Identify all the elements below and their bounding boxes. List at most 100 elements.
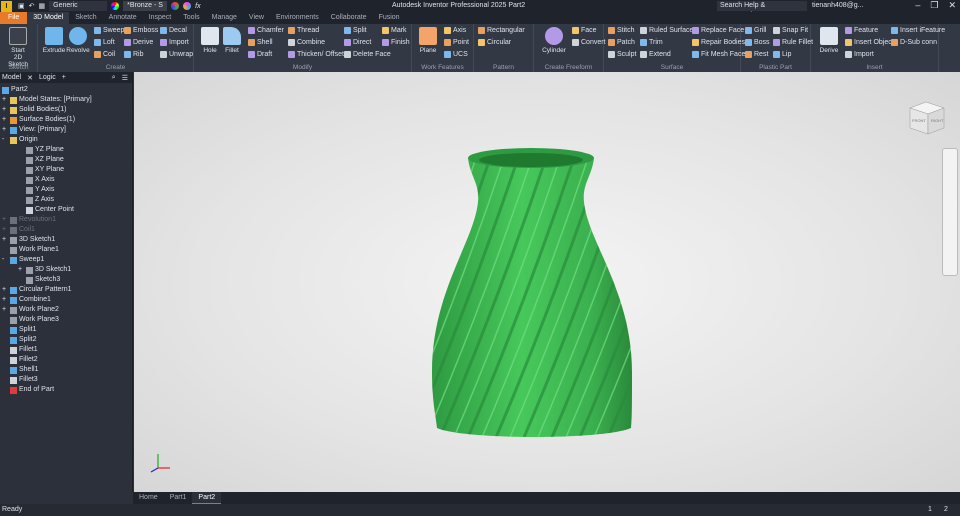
- search-icon[interactable]: ⌕: [112, 74, 116, 82]
- browser-node[interactable]: + Revolution1: [0, 215, 132, 225]
- user-account[interactable]: tienanh408@g...: [812, 2, 863, 9]
- combine-button[interactable]: Combine: [288, 38, 344, 47]
- finish-button[interactable]: Finish: [382, 38, 410, 47]
- viewcube[interactable]: FRONT RIGHT: [909, 101, 945, 135]
- tab-logic[interactable]: Logic: [39, 74, 56, 81]
- repair-bodies-button[interactable]: Repair Bodies: [692, 38, 745, 47]
- material-select[interactable]: *Bronze - S: [123, 1, 168, 11]
- tab-view[interactable]: View: [243, 12, 270, 24]
- browser-node[interactable]: + Coil1: [0, 225, 132, 235]
- start-sketch-button[interactable]: Start 2D Sketch: [4, 27, 32, 68]
- tab-file[interactable]: File: [0, 12, 28, 24]
- navigation-bar[interactable]: [942, 148, 958, 276]
- expand-icon[interactable]: +: [2, 215, 10, 225]
- loft-button[interactable]: Loft: [94, 38, 124, 47]
- tab-annotate[interactable]: Annotate: [103, 12, 143, 24]
- browser-node[interactable]: + Work Plane2: [0, 305, 132, 315]
- tab-fusion[interactable]: Fusion: [373, 12, 406, 24]
- sweep-button[interactable]: Sweep: [94, 26, 124, 35]
- fillet-button[interactable]: Fillet: [218, 27, 246, 54]
- browser-node[interactable]: XZ Plane: [0, 155, 132, 165]
- browser-node[interactable]: + Surface Bodies(1): [0, 115, 132, 125]
- fit-mesh-face-button[interactable]: Fit Mesh Face: [692, 50, 745, 59]
- extend-button[interactable]: Extend: [640, 50, 693, 59]
- collapse-icon[interactable]: -: [2, 255, 10, 265]
- lip-button[interactable]: Lip: [773, 50, 813, 59]
- rest-button[interactable]: Rest: [745, 50, 770, 59]
- expand-icon[interactable]: +: [2, 235, 10, 245]
- face-button[interactable]: Face: [572, 26, 606, 35]
- browser-node[interactable]: Part2: [0, 85, 132, 95]
- browser-node[interactable]: Center Point: [0, 205, 132, 215]
- browser-node[interactable]: Split2: [0, 335, 132, 345]
- expand-icon[interactable]: +: [2, 285, 10, 295]
- browser-node[interactable]: Work Plane3: [0, 315, 132, 325]
- d-sub-conn-button[interactable]: D-Sub conn: [891, 38, 945, 47]
- browser-node[interactable]: + Model States: [Primary]: [0, 95, 132, 105]
- browser-node[interactable]: YZ Plane: [0, 145, 132, 155]
- tab-environments[interactable]: Environments: [270, 12, 325, 24]
- tab-sketch[interactable]: Sketch: [69, 12, 102, 24]
- browser-node[interactable]: End of Part: [0, 385, 132, 395]
- browser-node[interactable]: Shell1: [0, 365, 132, 375]
- expand-icon[interactable]: +: [2, 115, 10, 125]
- axis-button[interactable]: Axis: [444, 26, 469, 35]
- new-icon[interactable]: ▦: [39, 2, 46, 10]
- browser-node[interactable]: - Origin: [0, 135, 132, 145]
- tab-inspect[interactable]: Inspect: [143, 12, 178, 24]
- tab-collaborate[interactable]: Collaborate: [325, 12, 373, 24]
- appearance-icon[interactable]: [111, 2, 120, 10]
- browser-node[interactable]: Fillet3: [0, 375, 132, 385]
- derive-button[interactable]: Derive: [815, 27, 843, 54]
- expand-icon[interactable]: +: [2, 225, 10, 235]
- browser-node[interactable]: XY Plane: [0, 165, 132, 175]
- insert-object-button[interactable]: Insert Object: [845, 38, 894, 47]
- expand-icon[interactable]: +: [2, 305, 10, 315]
- browser-node[interactable]: +3D Sketch1: [0, 265, 132, 275]
- appearance-select[interactable]: Generic: [49, 1, 108, 11]
- expand-icon[interactable]: +: [18, 265, 26, 275]
- thread-button[interactable]: Thread: [288, 26, 344, 35]
- browser-node[interactable]: Fillet1: [0, 345, 132, 355]
- close-icon[interactable]: ✕: [948, 0, 956, 11]
- sculpt-button[interactable]: Sculpt: [608, 50, 636, 59]
- rectangular-button[interactable]: Rectangular: [478, 26, 525, 35]
- clear-icon[interactable]: [183, 2, 192, 10]
- add-tab-icon[interactable]: +: [62, 74, 66, 81]
- shell-button[interactable]: Shell: [248, 38, 284, 47]
- point-button[interactable]: Point: [444, 38, 469, 47]
- decal-button[interactable]: Decal: [160, 26, 193, 35]
- import-button[interactable]: Import: [845, 50, 894, 59]
- coil-button[interactable]: Coil: [94, 50, 124, 59]
- doc-tab-part2[interactable]: Part2: [192, 492, 222, 504]
- doc-tab-part1[interactable]: Part1: [164, 492, 193, 504]
- trim-button[interactable]: Trim: [640, 38, 693, 47]
- close-tab-icon[interactable]: ✕: [27, 74, 33, 82]
- help-search-input[interactable]: Search Help & Commands...: [717, 1, 807, 19]
- browser-node[interactable]: Work Plane1: [0, 245, 132, 255]
- draft-button[interactable]: Draft: [248, 50, 284, 59]
- browser-node[interactable]: + View: [Primary]: [0, 125, 132, 135]
- save-icon[interactable]: ▣: [18, 2, 25, 10]
- ucs-button[interactable]: UCS: [444, 50, 469, 59]
- menu-icon[interactable]: ☰: [122, 74, 128, 82]
- rule-fillet-button[interactable]: Rule Fillet: [773, 38, 813, 47]
- ruled-surface-button[interactable]: Ruled Surface: [640, 26, 693, 35]
- emboss-button[interactable]: Emboss: [124, 26, 158, 35]
- expand-icon[interactable]: +: [2, 295, 10, 305]
- expand-icon[interactable]: +: [2, 95, 10, 105]
- cylinder-button[interactable]: Cylinder: [538, 27, 570, 54]
- feature-button[interactable]: Feature: [845, 26, 894, 35]
- browser-node[interactable]: Split1: [0, 325, 132, 335]
- mark-button[interactable]: Mark: [382, 26, 410, 35]
- browser-node[interactable]: + Solid Bodies(1): [0, 105, 132, 115]
- revolve-button[interactable]: Revolve: [64, 27, 92, 54]
- browser-node[interactable]: Fillet2: [0, 355, 132, 365]
- browser-node[interactable]: - Sweep1: [0, 255, 132, 265]
- expand-icon[interactable]: +: [2, 125, 10, 135]
- fx-icon[interactable]: fx: [195, 3, 200, 10]
- rib-button[interactable]: Rib: [124, 50, 158, 59]
- chamfer-button[interactable]: Chamfer: [248, 26, 284, 35]
- expand-icon[interactable]: +: [2, 105, 10, 115]
- browser-node[interactable]: + Combine1: [0, 295, 132, 305]
